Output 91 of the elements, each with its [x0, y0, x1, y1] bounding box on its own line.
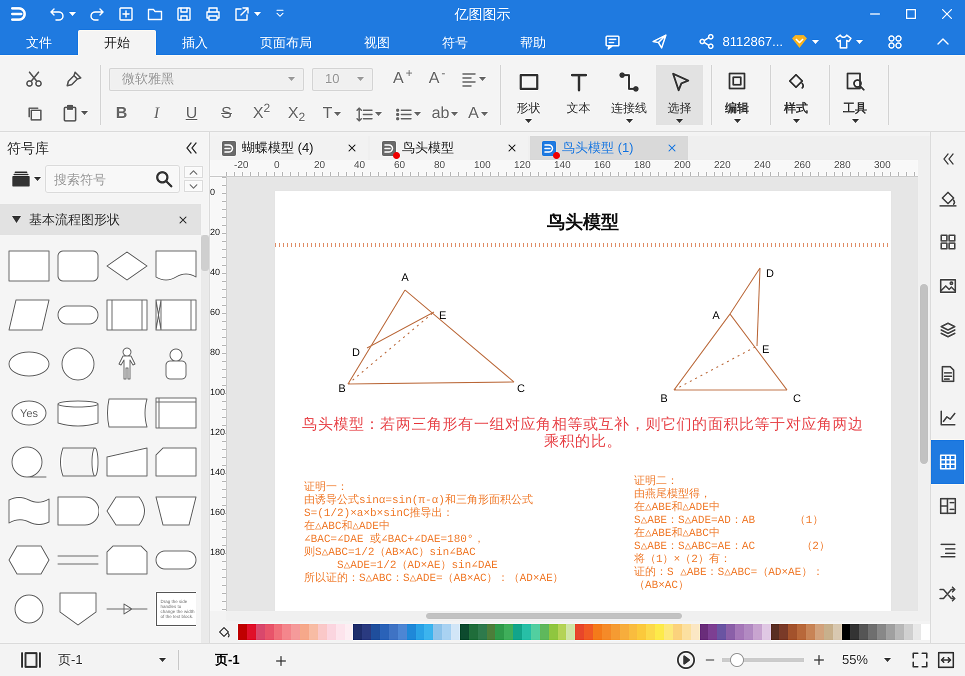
point-label: E — [439, 310, 446, 322]
proof-line: S=(1/2)×a×b×sinC推导出： — [304, 508, 455, 520]
point-label: B — [660, 393, 668, 404]
proof-line: S△ABE：S△ABC=AE：AC （2） — [634, 541, 830, 553]
proof-line: 由燕尾模型得， — [634, 489, 712, 501]
proof-line: 在△ABE和△ADE中 — [634, 502, 721, 515]
ruler-label: 0 — [210, 187, 216, 198]
menu-tab[interactable]: 视图 — [338, 30, 416, 55]
grow-font-button[interactable]: A$^{+}$ — [393, 67, 413, 91]
ruler-label: 300 — [873, 160, 892, 173]
ruler-label: 80 — [433, 160, 446, 173]
section-title: 基本流程图形状 — [29, 210, 121, 229]
search-field[interactable]: 搜索符号 — [45, 165, 180, 193]
proof-line: 证明二： — [634, 476, 679, 488]
panel-button[interactable]: 编辑 — [712, 65, 762, 125]
point-label: C — [793, 393, 801, 404]
menu-tab[interactable]: 开始 — [78, 30, 156, 55]
document-tab[interactable]: 鸟头模型 (1) — [530, 136, 688, 160]
proof-line: 在△ABC和△ADE中 — [304, 521, 391, 533]
ruler-label: 20 — [210, 227, 220, 238]
ruler-label: 220 — [713, 160, 732, 173]
ruler-label: 120 — [513, 160, 532, 173]
format-button[interactable]: I — [139, 102, 174, 126]
window-title: 亿图图示 — [454, 4, 510, 24]
tool-button[interactable]: 形状 — [505, 65, 552, 125]
format-button[interactable]: X$^{2}$ — [244, 102, 279, 126]
ruler-label: 180 — [633, 160, 652, 173]
format-button[interactable]: ab — [428, 102, 462, 126]
point-label: B — [338, 383, 346, 395]
format-button[interactable]: B — [104, 102, 139, 126]
proof-line: 由诱导公式sinα=sin(π-α)和三角形面积公式 — [304, 495, 534, 507]
section-header[interactable]: 基本流程图形状 — [0, 204, 201, 235]
panel-button[interactable]: 工具 — [830, 65, 880, 125]
menu-tab[interactable]: 帮助 — [494, 30, 572, 55]
ruler-label: 40 — [353, 160, 366, 173]
ruler-label: 240 — [753, 160, 772, 173]
tool-button[interactable]: 文本 — [555, 65, 602, 125]
user-name[interactable]: 8112867... — [722, 32, 783, 52]
ruler-label: 100 — [210, 387, 226, 398]
ruler-label: 280 — [833, 160, 852, 173]
shrink-font-button[interactable]: A$^{-}$ — [428, 67, 446, 91]
ruler-label: 60 — [393, 160, 406, 173]
point-label: E — [762, 344, 770, 356]
format-button[interactable]: T — [314, 102, 350, 126]
ruler-label: 120 — [210, 427, 226, 438]
ruler-label: 20 — [313, 160, 326, 173]
ruler-label: 200 — [673, 160, 692, 173]
tool-button[interactable]: 选择 — [656, 65, 703, 125]
ruler-label: 140 — [210, 467, 226, 478]
proof-line: S△ADE=1/2（AD×AE）sin∠DAE — [336, 560, 499, 572]
ruler-label: 160 — [210, 507, 226, 518]
ruler-label: 100 — [473, 160, 492, 173]
proof-line: 证的：S △ABE：S△ABC=（AD×AE）： — [634, 567, 824, 580]
format-button[interactable]: A — [462, 102, 494, 126]
menu-tab[interactable]: 插入 — [156, 30, 234, 55]
point-label: A — [712, 310, 720, 322]
proof-line: 所以证的：S△ABC：S△ADE=（AB×AC）：（AD×AE） — [304, 573, 565, 586]
point-label: C — [517, 383, 525, 395]
proof-line: 将（1）×（2）有： — [634, 554, 732, 566]
proof-line: （AB×AC） — [634, 580, 690, 593]
proof-line: 证明一： — [304, 482, 349, 494]
ruler-label: 260 — [793, 160, 812, 173]
proof-line: 则S△ABC=1/2（AB×AC）sin∠BAC — [304, 547, 477, 560]
page-title: 鸟头模型 — [546, 211, 620, 233]
proof-line: S△ABE：S△ADE=AD：AB （1） — [634, 515, 824, 527]
ruler-label: 80 — [210, 347, 220, 358]
tool-button[interactable]: 连接线 — [605, 65, 653, 125]
proof-line: 在△ABE和△ABC中 — [634, 528, 721, 541]
page-tab[interactable]: 页-1 — [209, 650, 246, 670]
ruler-label: -20 — [233, 160, 250, 173]
proof-line: ∠BAC=∠DAE 或∠BAC+∠DAE=180°， — [304, 534, 486, 546]
ruler-label: 60 — [210, 307, 220, 318]
point-label: D — [352, 347, 360, 359]
page-select[interactable]: 页-1 — [58, 650, 166, 670]
format-button[interactable]: U — [174, 102, 209, 126]
ruler-label: 180 — [210, 547, 226, 558]
point-label: A — [401, 272, 409, 284]
panel-title: 符号库 — [7, 138, 49, 158]
menu-tab[interactable]: 页面布局 — [234, 30, 338, 55]
format-button[interactable]: S — [209, 102, 244, 126]
ruler-label: 140 — [553, 160, 572, 173]
point-label: D — [766, 268, 774, 280]
zoom-reading[interactable]: 55% — [842, 650, 868, 670]
panel-button[interactable]: 样式 — [771, 65, 821, 125]
ruler-label: 0 — [273, 160, 281, 173]
menu-tab[interactable]: 符号 — [416, 30, 494, 55]
ruler-label: 40 — [210, 267, 220, 278]
theorem-caption: 鸟头模型：若两三角形有一组对应角相等或互补，则它们的面积比等于对应角两边乘积的比。 — [301, 416, 865, 450]
ruler-label: 160 — [593, 160, 612, 173]
menu-tab[interactable]: 文件 — [0, 30, 78, 55]
format-button[interactable]: X$_{2}$ — [279, 102, 314, 126]
